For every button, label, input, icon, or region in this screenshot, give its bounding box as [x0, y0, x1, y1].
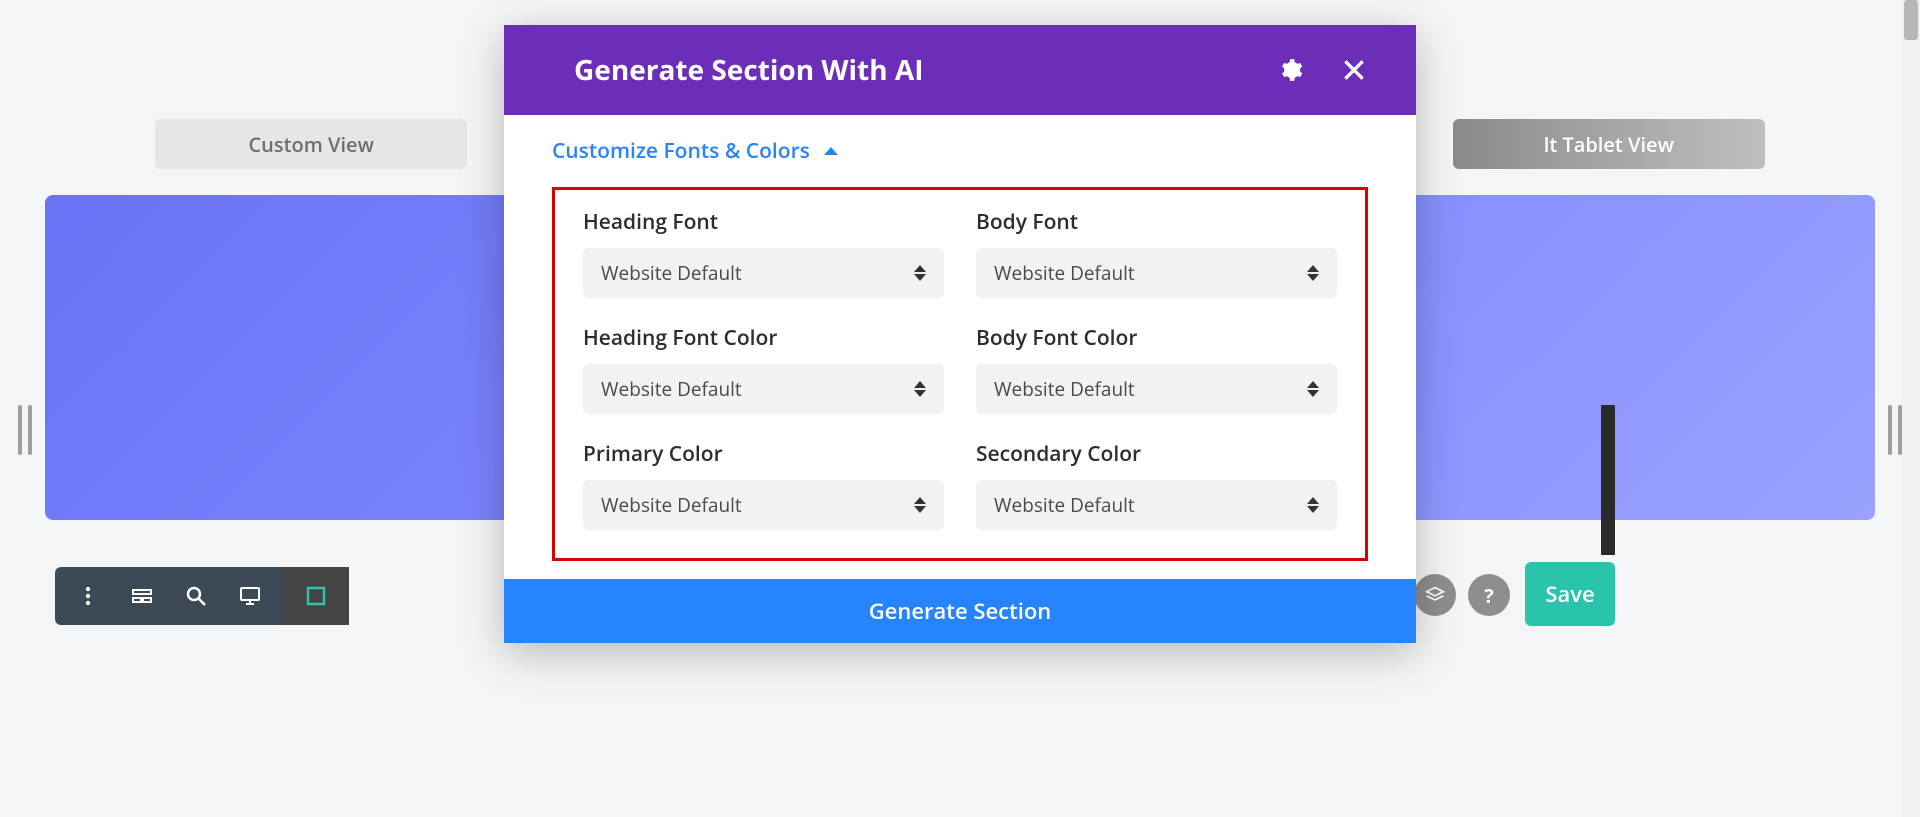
modal-body: Customize Fonts & Colors Heading Font We…: [504, 115, 1416, 579]
modal-settings-button[interactable]: [1276, 56, 1304, 84]
secondary-color-select[interactable]: Website Default: [976, 480, 1337, 530]
tab-custom-view[interactable]: Custom View: [155, 119, 467, 169]
tab-tablet-view[interactable]: lt Tablet View: [1453, 119, 1765, 169]
collapsible-label: Customize Fonts & Colors: [552, 137, 810, 165]
modal-header-icons: [1276, 56, 1368, 84]
field-heading-font: Heading Font Website Default: [583, 208, 944, 298]
secondary-color-value: Website Default: [994, 492, 1135, 518]
heading-font-color-select[interactable]: Website Default: [583, 364, 944, 414]
close-icon: [1341, 57, 1367, 83]
modal-header: Generate Section With AI: [504, 25, 1416, 115]
field-secondary-color: Secondary Color Website Default: [976, 440, 1337, 530]
body-font-color-value: Website Default: [994, 376, 1135, 402]
heading-font-value: Website Default: [601, 260, 742, 286]
layers-round-button[interactable]: [1414, 574, 1456, 616]
help-round-button[interactable]: ?: [1468, 574, 1510, 616]
layers-icon: [1425, 585, 1445, 605]
gear-icon: [1277, 57, 1303, 83]
body-font-label: Body Font: [976, 208, 1337, 236]
body-font-color-select[interactable]: Website Default: [976, 364, 1337, 414]
primary-color-select[interactable]: Website Default: [583, 480, 944, 530]
zoom-button[interactable]: [169, 567, 223, 625]
generate-section-button[interactable]: Generate Section: [504, 579, 1416, 643]
desktop-button[interactable]: [223, 567, 277, 625]
grid-icon: [304, 584, 328, 608]
resize-handle-left[interactable]: [10, 400, 40, 460]
body-font-value: Website Default: [994, 260, 1135, 286]
heading-font-label: Heading Font: [583, 208, 944, 236]
sort-arrows-icon: [1307, 265, 1319, 281]
save-button[interactable]: Save: [1525, 562, 1615, 626]
modal-close-button[interactable]: [1340, 56, 1368, 84]
layout-icon: [130, 584, 154, 608]
field-heading-font-color: Heading Font Color Website Default: [583, 324, 944, 414]
body-font-select[interactable]: Website Default: [976, 248, 1337, 298]
caret-up-icon: [824, 147, 838, 155]
panel-edge: [1601, 405, 1615, 555]
sort-arrows-icon: [914, 381, 926, 397]
secondary-color-label: Secondary Color: [976, 440, 1337, 468]
toolbar-green-segment: [283, 567, 349, 625]
heading-font-select[interactable]: Website Default: [583, 248, 944, 298]
sort-arrows-icon: [1307, 497, 1319, 513]
field-body-font: Body Font Website Default: [976, 208, 1337, 298]
heading-font-color-label: Heading Font Color: [583, 324, 944, 352]
kebab-icon: [76, 584, 100, 608]
primary-color-value: Website Default: [601, 492, 742, 518]
customize-fonts-colors-toggle[interactable]: Customize Fonts & Colors: [552, 137, 1368, 165]
sort-arrows-icon: [914, 497, 926, 513]
sort-arrows-icon: [1307, 381, 1319, 397]
toolbar-dark-segment: [55, 567, 283, 625]
field-primary-color: Primary Color Website Default: [583, 440, 944, 530]
scrollbar-thumb[interactable]: [1904, 0, 1918, 40]
sort-arrows-icon: [914, 265, 926, 281]
field-body-font-color: Body Font Color Website Default: [976, 324, 1337, 414]
desktop-icon: [238, 584, 262, 608]
primary-color-label: Primary Color: [583, 440, 944, 468]
modal-title: Generate Section With AI: [574, 51, 923, 89]
generate-section-modal: Generate Section With AI Customize Fonts…: [504, 25, 1416, 643]
scrollbar[interactable]: [1902, 0, 1920, 817]
kebab-menu[interactable]: [61, 567, 115, 625]
layout-button[interactable]: [115, 567, 169, 625]
help-icon: ?: [1484, 582, 1494, 609]
heading-font-color-value: Website Default: [601, 376, 742, 402]
grid-button[interactable]: [289, 567, 343, 625]
zoom-icon: [184, 584, 208, 608]
body-font-color-label: Body Font Color: [976, 324, 1337, 352]
fields-highlight-box: Heading Font Website Default Body Font W…: [552, 187, 1368, 561]
